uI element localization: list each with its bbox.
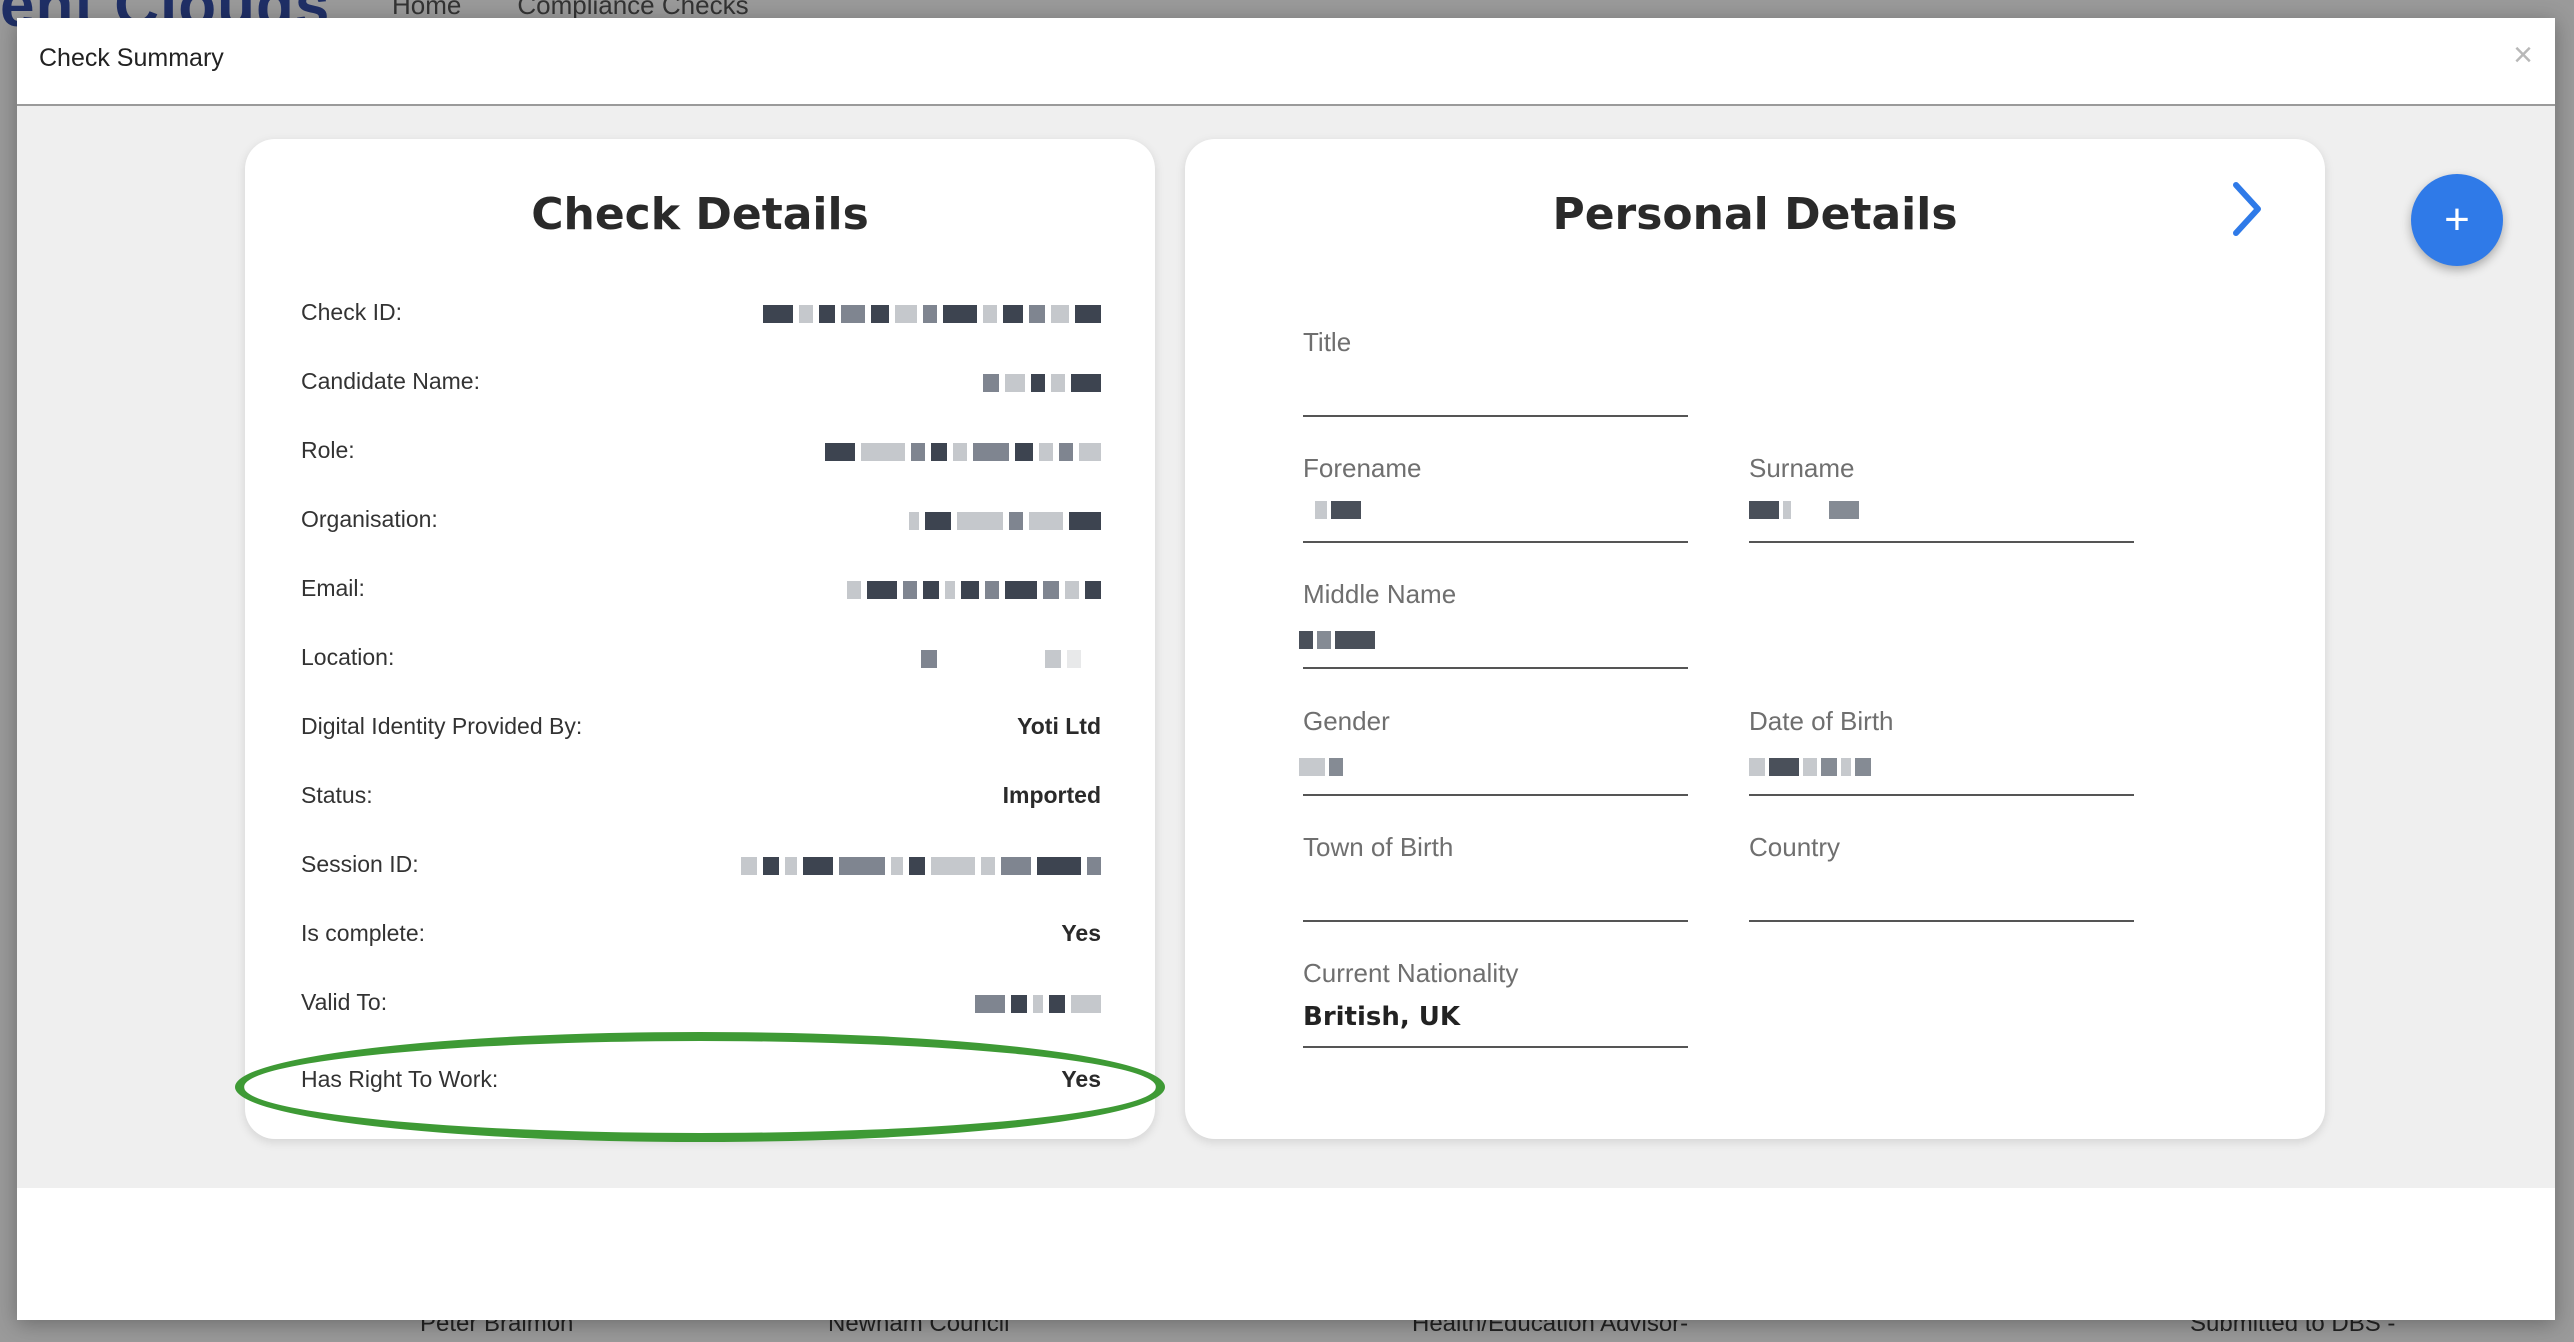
field-underline xyxy=(1303,920,1688,922)
field-label: Country xyxy=(1749,832,1841,862)
row-status: Status: Imported xyxy=(301,782,1101,822)
personal-details-heading: Personal Details xyxy=(1552,189,1958,240)
field-label: Town of Birth xyxy=(1303,832,1454,862)
row-label: Is complete: xyxy=(301,920,425,946)
date-of-birth-field[interactable]: Date of Birth xyxy=(1749,706,2134,816)
row-label: Session ID: xyxy=(301,851,419,877)
redacted-value xyxy=(1299,758,1343,776)
row-role: Role: xyxy=(301,437,1101,477)
close-icon[interactable]: × xyxy=(2513,36,2533,75)
row-label: Digital Identity Provided By: xyxy=(301,713,583,739)
redacted-value xyxy=(1299,631,1375,649)
row-label: Organisation: xyxy=(301,506,438,532)
row-label: Location: xyxy=(301,644,395,670)
redacted-value xyxy=(1315,501,1361,519)
row-label: Email: xyxy=(301,575,365,601)
redacted-value xyxy=(847,577,1101,603)
row-check-id: Check ID: xyxy=(301,299,1101,339)
redacted-value xyxy=(825,439,1101,465)
modal-body: Check Details Check ID: Candidate Name: … xyxy=(17,106,2555,1188)
row-label: Role: xyxy=(301,437,355,463)
row-value: Yoti Ltd xyxy=(1017,713,1101,739)
field-label: Middle Name xyxy=(1303,579,1457,609)
personal-details-card: Personal Details Title Forename Surname … xyxy=(1185,139,2325,1139)
modal-header: Check Summary × xyxy=(17,18,2555,106)
field-label: Date of Birth xyxy=(1749,706,1894,736)
redacted-value xyxy=(921,646,1101,672)
row-location: Location: xyxy=(301,644,1101,684)
row-label: Status: xyxy=(301,782,373,808)
check-summary-modal: Check Summary × Check Details Check ID: … xyxy=(17,18,2555,1320)
redacted-value xyxy=(1749,758,1871,776)
field-underline xyxy=(1303,1046,1688,1048)
field-underline xyxy=(1303,667,1688,669)
check-details-heading: Check Details xyxy=(531,189,869,240)
country-field[interactable]: Country xyxy=(1749,832,2134,942)
chevron-right-icon[interactable] xyxy=(2217,179,2277,239)
field-underline xyxy=(1749,794,2134,796)
field-underline xyxy=(1303,794,1688,796)
field-underline xyxy=(1749,541,2134,543)
forename-field[interactable]: Forename xyxy=(1303,453,1688,563)
field-underline xyxy=(1303,415,1688,417)
town-of-birth-field[interactable]: Town of Birth xyxy=(1303,832,1688,942)
field-label: Gender xyxy=(1303,706,1390,736)
title-field[interactable]: Title xyxy=(1303,327,1688,437)
field-label: Forename xyxy=(1303,453,1422,483)
row-organisation: Organisation: xyxy=(301,506,1101,546)
row-label: Candidate Name: xyxy=(301,368,480,394)
field-label: Title xyxy=(1303,327,1352,357)
field-value: British, UK xyxy=(1303,1002,1461,1032)
field-underline xyxy=(1749,920,2134,922)
right-to-work-highlight-ellipse xyxy=(235,1032,1165,1142)
row-valid-to: Valid To: xyxy=(301,989,1101,1029)
row-label: Valid To: xyxy=(301,989,388,1015)
field-label: Surname xyxy=(1749,453,1855,483)
middle-name-field[interactable]: Middle Name xyxy=(1299,579,1688,689)
field-label: Current Nationality xyxy=(1303,958,1519,988)
redacted-value xyxy=(909,508,1101,534)
row-session-id: Session ID: xyxy=(301,851,1101,891)
row-label: Check ID: xyxy=(301,299,402,325)
check-details-card: Check Details Check ID: Candidate Name: … xyxy=(235,139,1165,1142)
redacted-value xyxy=(763,301,1101,327)
row-candidate-name: Candidate Name: xyxy=(301,368,1101,408)
current-nationality-field[interactable]: Current Nationality British, UK xyxy=(1303,958,1688,1068)
row-is-complete: Is complete: Yes xyxy=(301,920,1101,960)
redacted-value xyxy=(975,991,1101,1017)
row-value: Imported xyxy=(1002,782,1101,808)
add-button[interactable]: + xyxy=(2411,174,2503,266)
redacted-value xyxy=(983,370,1101,396)
row-value: Yes xyxy=(1061,920,1101,946)
redacted-value xyxy=(741,853,1101,879)
surname-field[interactable]: Surname xyxy=(1749,453,2134,563)
redacted-value xyxy=(1749,501,1859,519)
plus-icon: + xyxy=(2444,195,2470,244)
field-underline xyxy=(1303,541,1688,543)
modal-title: Check Summary xyxy=(39,44,224,72)
gender-field[interactable]: Gender xyxy=(1299,706,1688,816)
row-email: Email: xyxy=(301,575,1101,615)
row-digital-identity-provider: Digital Identity Provided By: Yoti Ltd xyxy=(301,713,1101,753)
